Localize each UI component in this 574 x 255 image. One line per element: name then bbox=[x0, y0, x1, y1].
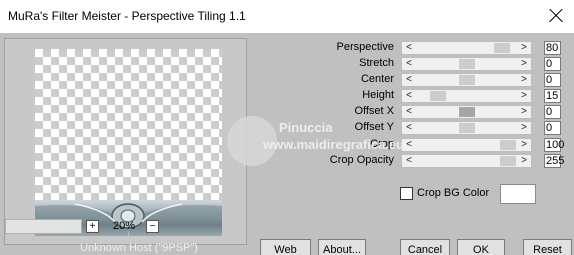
perspective-value[interactable]: 80 bbox=[544, 41, 561, 55]
offset-y-label: Offset Y bbox=[354, 121, 394, 133]
host-label: Unknown Host ("9PSP") bbox=[80, 242, 198, 254]
arrow-right-icon[interactable]: > bbox=[518, 154, 530, 168]
close-icon[interactable] bbox=[544, 4, 568, 28]
height-slider[interactable]: < > bbox=[401, 89, 532, 103]
web-button[interactable]: Web bbox=[260, 239, 311, 255]
offset-x-value[interactable]: 0 bbox=[544, 105, 561, 119]
arrow-right-icon[interactable]: > bbox=[518, 89, 530, 103]
zoom-out-button[interactable]: − bbox=[146, 220, 159, 233]
about-button[interactable]: About... bbox=[318, 239, 366, 255]
arrow-left-icon[interactable]: < bbox=[403, 121, 415, 135]
window-title: MuRa's Filter Meister - Perspective Tili… bbox=[8, 9, 246, 23]
preview-panel bbox=[4, 38, 247, 245]
center-value[interactable]: 0 bbox=[544, 73, 561, 87]
offset-x-slider[interactable]: < > bbox=[401, 105, 532, 119]
arrow-right-icon[interactable]: > bbox=[518, 57, 530, 71]
slider-thumb[interactable] bbox=[494, 43, 510, 53]
arrow-left-icon[interactable]: < bbox=[403, 154, 415, 168]
dialog-client: + 20% − Unknown Host ("9PSP") Perspectiv… bbox=[0, 33, 574, 255]
stretch-value[interactable]: 0 bbox=[544, 57, 561, 71]
offset-y-slider[interactable]: < > bbox=[401, 121, 532, 135]
arrow-left-icon[interactable]: < bbox=[403, 105, 415, 119]
arrow-right-icon[interactable]: > bbox=[518, 105, 530, 119]
center-label: Center bbox=[360, 73, 394, 85]
title-bar: MuRa's Filter Meister - Perspective Tili… bbox=[0, 0, 574, 33]
slider-thumb[interactable] bbox=[500, 156, 516, 166]
ok-button[interactable]: OK bbox=[457, 239, 505, 255]
watermark-url: www.maidiregrafica.eu bbox=[263, 137, 405, 152]
slider-thumb[interactable] bbox=[459, 59, 475, 69]
offset-y-value[interactable]: 0 bbox=[544, 121, 561, 135]
height-value[interactable]: 15 bbox=[544, 89, 561, 103]
cancel-button[interactable]: Cancel bbox=[400, 239, 450, 255]
slider-thumb[interactable] bbox=[459, 107, 475, 117]
crop-bg-label: Crop BG Color bbox=[417, 187, 490, 199]
watermark-title: Pinuccia bbox=[279, 120, 333, 135]
crop-slider[interactable]: < > bbox=[401, 138, 532, 152]
crop-opacity-value[interactable]: 255 bbox=[544, 154, 564, 168]
reset-button[interactable]: Reset bbox=[523, 239, 572, 255]
arrow-right-icon[interactable]: > bbox=[518, 73, 530, 87]
crop-value[interactable]: 100 bbox=[544, 138, 564, 152]
zoom-level: 20% bbox=[113, 220, 136, 232]
height-label: Height bbox=[362, 89, 394, 101]
arrow-right-icon[interactable]: > bbox=[518, 121, 530, 135]
zoom-in-button[interactable]: + bbox=[86, 220, 99, 233]
arrow-left-icon[interactable]: < bbox=[403, 73, 415, 87]
arrow-left-icon[interactable]: < bbox=[403, 41, 415, 55]
preview-image[interactable] bbox=[35, 49, 222, 236]
slider-thumb[interactable] bbox=[459, 75, 475, 85]
arrow-left-icon[interactable]: < bbox=[403, 57, 415, 71]
perspective-label: Perspective bbox=[336, 41, 394, 53]
stretch-label: Stretch bbox=[359, 57, 394, 69]
crop-bg-checkbox[interactable] bbox=[400, 187, 413, 200]
crop-bg-color-swatch[interactable] bbox=[500, 184, 536, 204]
arrow-right-icon[interactable]: > bbox=[518, 138, 530, 152]
center-slider[interactable]: < > bbox=[401, 73, 532, 87]
arrow-left-icon[interactable]: < bbox=[403, 89, 415, 103]
arrow-right-icon[interactable]: > bbox=[518, 41, 530, 55]
slider-thumb[interactable] bbox=[459, 123, 475, 133]
stretch-slider[interactable]: < > bbox=[401, 57, 532, 71]
perspective-slider[interactable]: < > bbox=[401, 41, 532, 55]
zoom-track[interactable] bbox=[5, 219, 82, 234]
crop-opacity-label: Crop Opacity bbox=[329, 154, 394, 166]
offset-x-label: Offset X bbox=[354, 105, 394, 117]
slider-thumb[interactable] bbox=[500, 140, 516, 150]
crop-opacity-slider[interactable]: < > bbox=[401, 154, 532, 168]
arrow-left-icon[interactable]: < bbox=[403, 138, 415, 152]
slider-thumb[interactable] bbox=[430, 91, 446, 101]
